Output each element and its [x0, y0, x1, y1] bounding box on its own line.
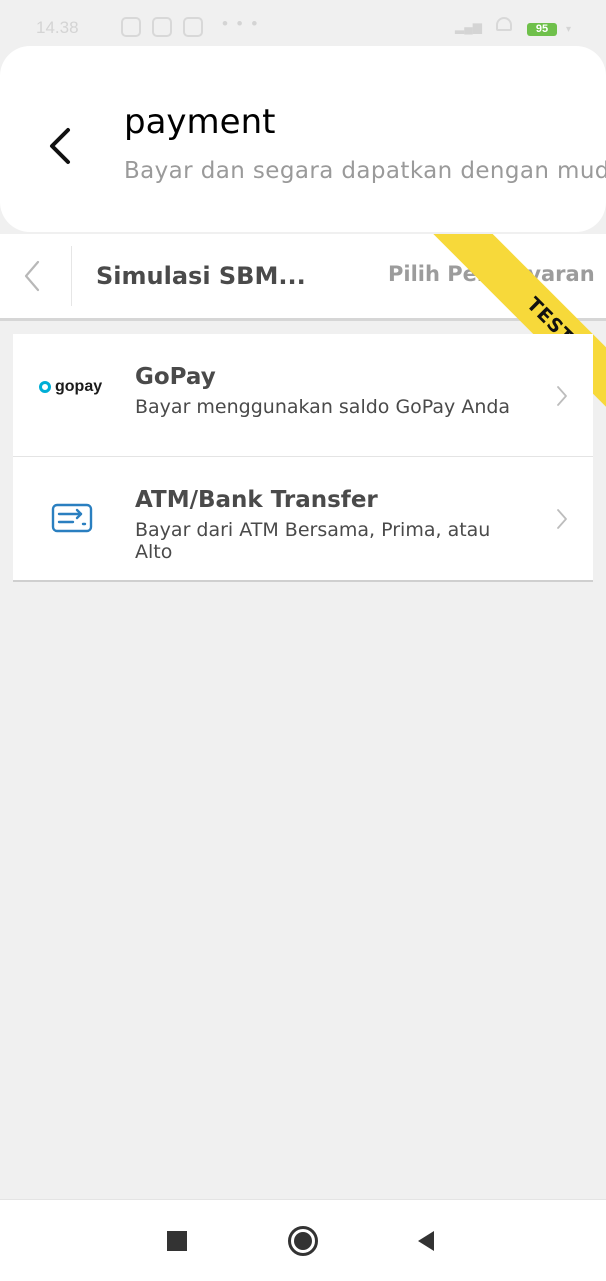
snap-toolbar: Simulasi SBM... Pilih Pembayaran	[0, 234, 606, 321]
chevron-right-icon	[557, 386, 567, 406]
gopay-logo: gopay	[39, 378, 102, 396]
status-time: 14.38	[36, 18, 79, 37]
method-description: Bayar menggunakan saldo GoPay Anda	[135, 396, 511, 418]
toolbar-back-button[interactable]	[18, 258, 50, 294]
chevron-left-icon	[24, 260, 40, 292]
wifi-icon	[496, 17, 512, 31]
header-card: payment Bayar dan segara dapatkan dengan…	[0, 46, 606, 232]
notification-icon	[183, 17, 203, 37]
gopay-ring-icon	[39, 381, 51, 393]
system-nav-bar	[0, 1199, 606, 1281]
recent-apps-button[interactable]	[167, 1231, 187, 1251]
page-subtitle: Bayar dan segara dapatkan dengan mudah	[124, 158, 606, 184]
bank-card-icon	[51, 503, 93, 533]
arrow-left-icon	[50, 128, 70, 164]
chevron-right-icon	[557, 509, 567, 529]
notification-icon	[152, 17, 172, 37]
system-back-button[interactable]	[416, 1229, 436, 1253]
charging-icon: ▾	[566, 24, 572, 35]
method-title: ATM/Bank Transfer	[135, 487, 378, 513]
status-bar: 14.38 • • • ▂▄▆ 95 ▾	[0, 0, 606, 46]
battery-icon: 95	[527, 23, 557, 36]
page-title: payment	[124, 102, 276, 142]
home-button[interactable]	[287, 1225, 319, 1257]
merchant-name: Simulasi SBM...	[96, 262, 306, 290]
step-label: Pilih Pembayaran	[388, 262, 595, 286]
payment-method-gopay[interactable]: gopay GoPay Bayar menggunakan saldo GoPa…	[13, 334, 593, 457]
notification-icon	[121, 17, 141, 37]
method-title: GoPay	[135, 364, 216, 390]
toolbar-divider	[71, 246, 72, 306]
payment-method-bank-transfer[interactable]: ATM/Bank Transfer Bayar dari ATM Bersama…	[13, 457, 593, 582]
gopay-logo-text: gopay	[55, 378, 103, 395]
payment-method-list: gopay GoPay Bayar menggunakan saldo GoPa…	[13, 334, 593, 582]
method-description: Bayar dari ATM Bersama, Prima, atau Alto	[135, 519, 491, 563]
signal-icon: ▂▄▆	[455, 20, 482, 34]
more-notifications-icon: • • •	[222, 14, 260, 33]
back-button[interactable]	[40, 124, 84, 168]
